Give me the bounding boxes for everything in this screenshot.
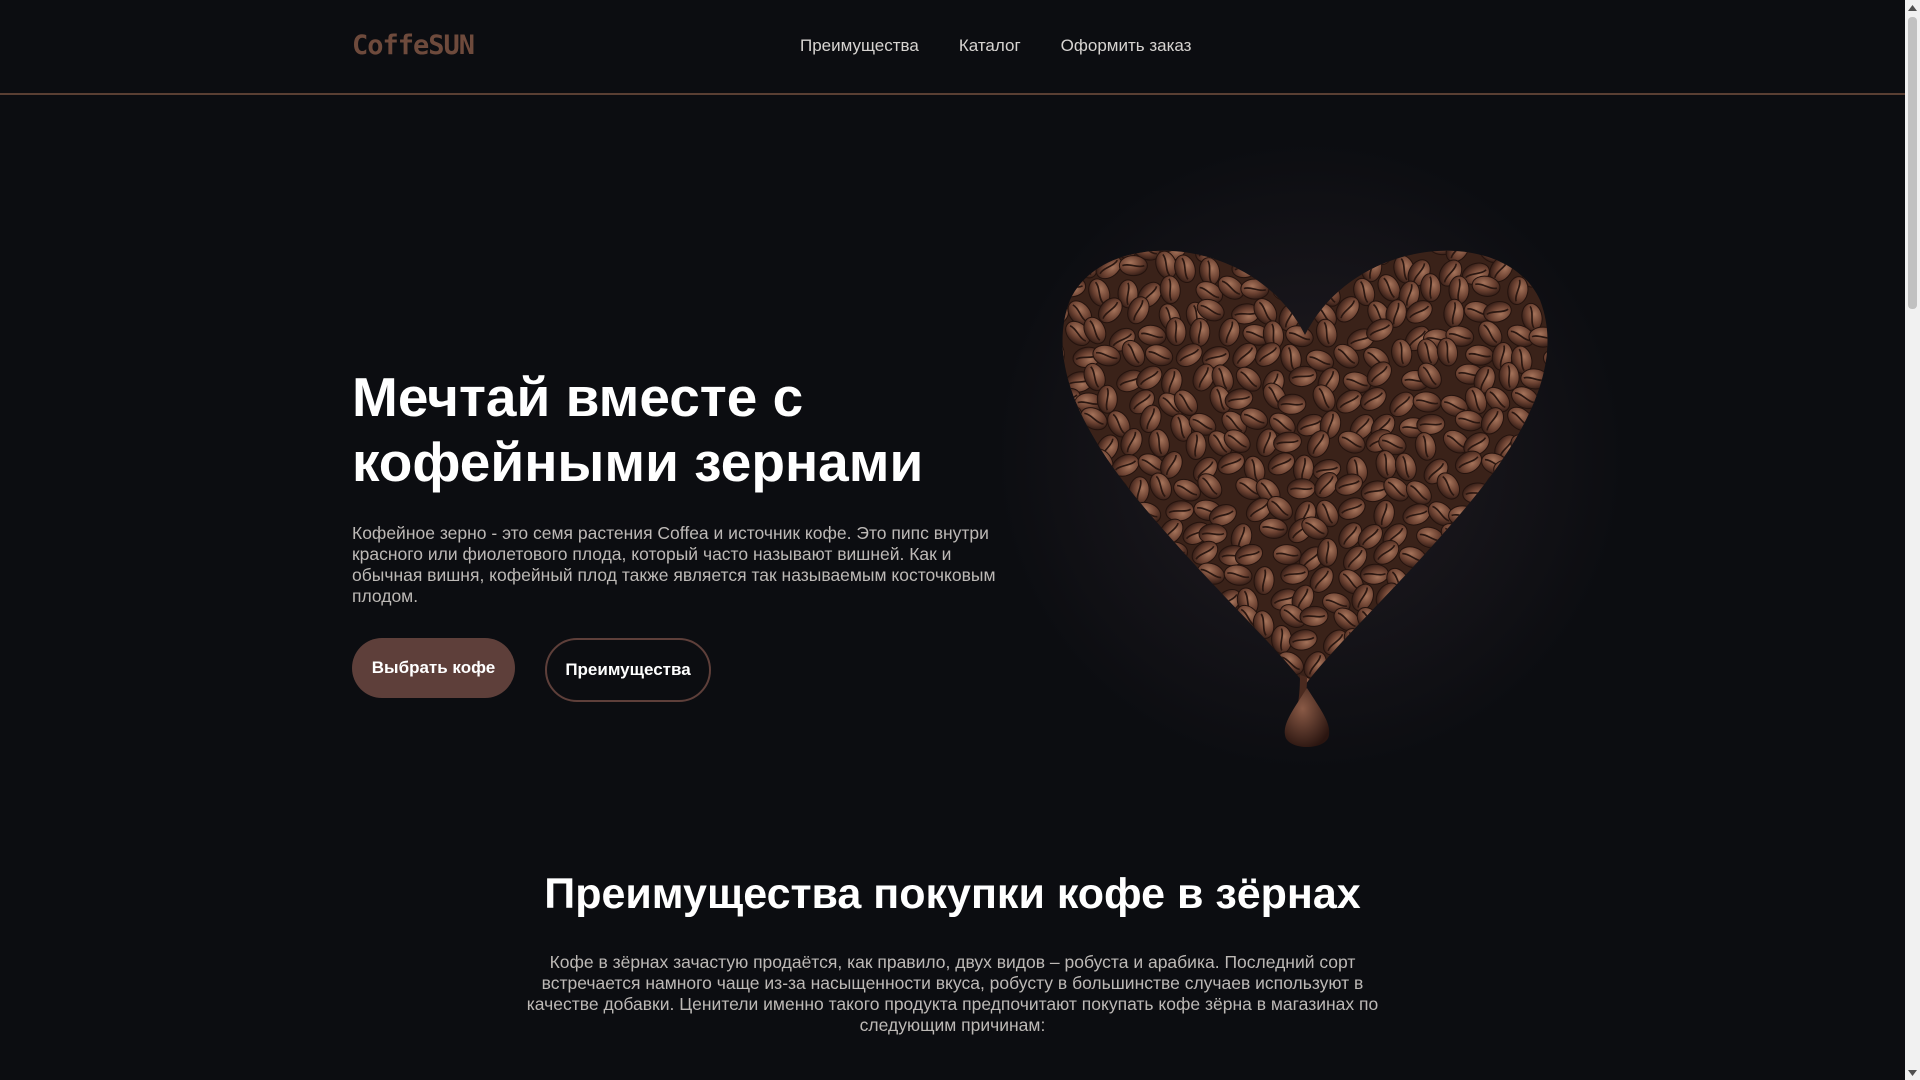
scroll-thumb[interactable] [1908, 17, 1917, 309]
advantages-section-text: Кофе в зёрнах зачастую продаётся, как пр… [526, 952, 1379, 1035]
nav-catalog[interactable]: Каталог [959, 36, 1021, 56]
nav-advantages[interactable]: Преимущества [800, 36, 919, 56]
site-header: CoffeSUN Преимущества Каталог Оформить з… [0, 0, 1905, 95]
hero-title: Мечтай вместе с кофейными зернами [352, 366, 924, 493]
hero-description: Кофейное зерно - это семя растения Coffe… [352, 523, 996, 606]
scroll-down-arrow-icon[interactable] [1905, 1065, 1920, 1080]
logo[interactable]: CoffeSUN [352, 30, 475, 61]
choose-coffee-button[interactable]: Выбрать кофе [352, 638, 515, 698]
page-scrollbar[interactable] [1905, 0, 1920, 1080]
nav-order[interactable]: Оформить заказ [1061, 36, 1192, 56]
advantages-section-title: Преимущества покупки кофе в зёрнах [544, 870, 1361, 918]
coffee-heart-image [1045, 215, 1565, 755]
scroll-up-arrow-icon[interactable] [1905, 0, 1920, 15]
main-nav: Преимущества Каталог Оформить заказ [800, 36, 1191, 56]
advantages-button[interactable]: Преимущества [545, 638, 711, 702]
